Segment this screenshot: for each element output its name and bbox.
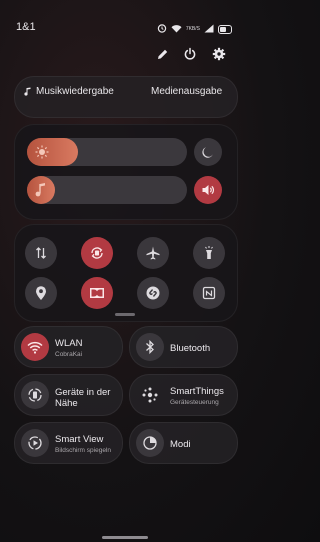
nearby-devices-title-line1: Geräte in der xyxy=(55,387,111,398)
shazam-toggle[interactable] xyxy=(137,277,169,309)
moon-icon xyxy=(202,147,213,158)
nearby-devices-title: Geräte in der Nähe xyxy=(55,387,110,409)
brightness-slider[interactable] xyxy=(27,138,187,166)
wlan-network-name: CobraKai xyxy=(55,351,83,358)
settings-button[interactable] xyxy=(209,44,229,64)
nearby-devices-tile[interactable]: Geräte in der Nähe xyxy=(14,374,123,416)
rotate-icon xyxy=(91,247,103,259)
mobile-data-toggle[interactable] xyxy=(25,237,57,269)
carrier-label: 1&1 xyxy=(16,21,36,33)
wifi-icon xyxy=(21,333,49,361)
music-note-icon xyxy=(24,87,31,96)
media-panel xyxy=(14,76,238,118)
bluetooth-title: Bluetooth xyxy=(170,343,211,354)
smart-view-title: Smart View xyxy=(55,434,104,445)
smart-view-icon xyxy=(21,429,49,457)
gear-icon xyxy=(212,47,226,61)
wlan-tile[interactable]: WLAN CobraKai xyxy=(14,326,123,368)
location-toggle[interactable] xyxy=(25,277,57,309)
pencil-icon xyxy=(157,49,167,59)
bluetooth-tile[interactable]: Bluetooth xyxy=(129,326,238,368)
edit-button[interactable] xyxy=(152,44,172,64)
music-note-icon xyxy=(34,182,48,203)
bluetooth-icon xyxy=(136,333,164,361)
music-playback-button[interactable]: Musikwiedergabe xyxy=(24,86,114,97)
smart-view-subtitle: Bildschirm spiegeln xyxy=(55,447,111,454)
smartthings-title: SmartThings xyxy=(170,386,224,397)
auto-rotate-toggle[interactable] xyxy=(81,237,113,269)
shazam-icon xyxy=(146,286,160,300)
modes-tile[interactable]: Modi xyxy=(129,422,238,464)
smartthings-icon xyxy=(136,381,164,409)
dolby-icon xyxy=(90,288,104,298)
power-icon xyxy=(184,47,196,60)
volume-slider[interactable] xyxy=(27,176,187,204)
navigation-handle[interactable] xyxy=(102,536,148,539)
status-icons: 7KB/S xyxy=(157,20,232,38)
nearby-devices-title-line2: Nähe xyxy=(55,398,78,409)
battery-icon xyxy=(218,24,232,34)
music-playback-label: Musikwiedergabe xyxy=(36,86,114,97)
data-speed: 7KB/S xyxy=(185,25,200,32)
dolby-atmos-toggle[interactable] xyxy=(81,277,113,309)
smartthings-tile[interactable]: SmartThings Gerätesteuerung xyxy=(129,374,238,416)
dark-mode-button[interactable] xyxy=(194,138,222,166)
airplane-icon xyxy=(146,246,160,260)
flashlight-icon xyxy=(205,246,213,259)
nfc-toggle[interactable] xyxy=(193,277,225,309)
wifi-icon xyxy=(171,20,182,38)
speaker-icon xyxy=(202,185,214,195)
power-button[interactable] xyxy=(180,44,200,64)
modes-title: Modi xyxy=(170,439,191,450)
nearby-share-icon xyxy=(21,381,49,409)
wlan-title: WLAN xyxy=(55,338,83,349)
expand-handle[interactable] xyxy=(115,313,135,316)
modes-icon xyxy=(136,429,164,457)
sun-icon xyxy=(34,144,50,165)
alarm-icon xyxy=(157,20,167,38)
flashlight-toggle[interactable] xyxy=(193,237,225,269)
status-bar: 1&1 7KB/S xyxy=(0,0,250,40)
smartthings-subtitle: Gerätesteuerung xyxy=(170,399,219,406)
nfc-icon xyxy=(202,286,216,300)
location-pin-icon xyxy=(36,286,46,300)
arrows-updown-icon xyxy=(36,247,46,259)
airplane-mode-toggle[interactable] xyxy=(137,237,169,269)
smart-view-tile[interactable]: Smart View Bildschirm spiegeln xyxy=(14,422,123,464)
signal-icon xyxy=(204,20,214,38)
media-output-button[interactable]: Medienausgabe xyxy=(151,86,222,97)
sound-mode-button[interactable] xyxy=(194,176,222,204)
